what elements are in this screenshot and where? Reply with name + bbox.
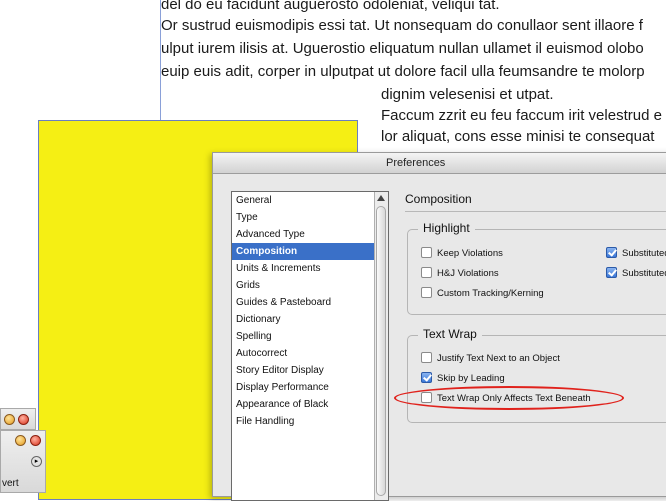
checkbox-box[interactable] xyxy=(421,372,432,383)
category-item-file-handling[interactable]: File Handling xyxy=(232,413,388,430)
checkbox-box[interactable] xyxy=(606,247,617,258)
dialog-titlebar[interactable]: Preferences xyxy=(213,153,666,174)
text-wrap-group-label: Text Wrap xyxy=(418,327,482,341)
checkbox-label: Keep Violations xyxy=(437,248,503,260)
category-item-spelling[interactable]: Spelling xyxy=(232,328,388,345)
palette-panel[interactable]: ▸ vert xyxy=(0,430,46,493)
category-item-autocorrect[interactable]: Autocorrect xyxy=(232,345,388,362)
category-item-story-editor-display[interactable]: Story Editor Display xyxy=(232,362,388,379)
scroll-up-arrow-icon[interactable] xyxy=(377,195,385,201)
custom-tracking-kerning-checkbox[interactable]: Custom Tracking/Kerning xyxy=(421,287,544,300)
panel-label: vert xyxy=(2,478,19,489)
category-item-guides-pasteboard[interactable]: Guides & Pasteboard xyxy=(232,294,388,311)
checkbox-box[interactable] xyxy=(606,267,617,278)
substituted-glyphs-checkbox[interactable]: Substituted xyxy=(606,267,666,280)
category-item-units-increments[interactable]: Units & Increments xyxy=(232,260,388,277)
skip-by-leading-checkbox[interactable]: Skip by Leading xyxy=(421,372,505,385)
close-icon[interactable] xyxy=(18,414,29,425)
body-text-line: Or sustrud euismodipis essi tat. Ut nons… xyxy=(161,17,643,34)
category-item-dictionary[interactable]: Dictionary xyxy=(232,311,388,328)
category-list[interactable]: General Type Advanced Type Composition U… xyxy=(231,191,389,501)
checkbox-label: Custom Tracking/Kerning xyxy=(437,288,544,300)
dialog-title: Preferences xyxy=(386,157,446,169)
substituted-fonts-checkbox[interactable]: Substituted xyxy=(606,247,666,260)
category-item-advanced-type[interactable]: Advanced Type xyxy=(232,226,388,243)
justify-text-next-to-object-checkbox[interactable]: Justify Text Next to an Object xyxy=(421,352,560,365)
category-item-appearance-of-black[interactable]: Appearance of Black xyxy=(232,396,388,413)
checkbox-label: H&J Violations xyxy=(437,268,499,280)
category-item-general[interactable]: General xyxy=(232,192,388,209)
palette-panel[interactable] xyxy=(0,408,36,430)
category-item-grids[interactable]: Grids xyxy=(232,277,388,294)
checkbox-label: Substituted xyxy=(622,268,666,280)
body-text-line: dignim velesenisi et utpat. xyxy=(381,86,554,103)
hj-violations-checkbox[interactable]: H&J Violations xyxy=(421,267,499,280)
body-text-line: euip euis adit, corper in ulputpat ut do… xyxy=(161,63,645,80)
checkbox-box[interactable] xyxy=(421,352,432,363)
checkbox-label: Justify Text Next to an Object xyxy=(437,353,560,365)
checkbox-label: Skip by Leading xyxy=(437,373,505,385)
annotation-highlight-ellipse xyxy=(394,386,624,410)
checkbox-box[interactable] xyxy=(421,267,432,278)
checkbox-box[interactable] xyxy=(421,287,432,298)
body-text-line: del do eu facidunt auguerosto odoleniat,… xyxy=(161,0,500,13)
highlight-group-label: Highlight xyxy=(418,221,475,235)
section-divider xyxy=(405,211,666,212)
body-text-line: lor aliquat, cons esse minisi te consequ… xyxy=(381,128,655,145)
list-scrollbar[interactable] xyxy=(374,192,388,500)
category-item-display-performance[interactable]: Display Performance xyxy=(232,379,388,396)
panel-menu-icon[interactable]: ▸ xyxy=(31,456,42,467)
close-icon[interactable] xyxy=(30,435,41,446)
section-title: Composition xyxy=(405,192,472,206)
scroll-thumb[interactable] xyxy=(376,206,386,496)
category-item-composition[interactable]: Composition xyxy=(232,243,388,260)
category-item-type[interactable]: Type xyxy=(232,209,388,226)
checkbox-label: Substituted xyxy=(622,248,666,260)
keep-violations-checkbox[interactable]: Keep Violations xyxy=(421,247,503,260)
body-text-line: Faccum zzrit eu feu faccum irit velestru… xyxy=(381,107,662,124)
checkbox-box[interactable] xyxy=(421,247,432,258)
preferences-dialog: Preferences General Type Advanced Type C… xyxy=(212,152,666,501)
body-text-line: ulput iurem ilisis at. Uguerostio eliqua… xyxy=(161,40,644,57)
minimize-icon[interactable] xyxy=(15,435,26,446)
minimize-icon[interactable] xyxy=(4,414,15,425)
